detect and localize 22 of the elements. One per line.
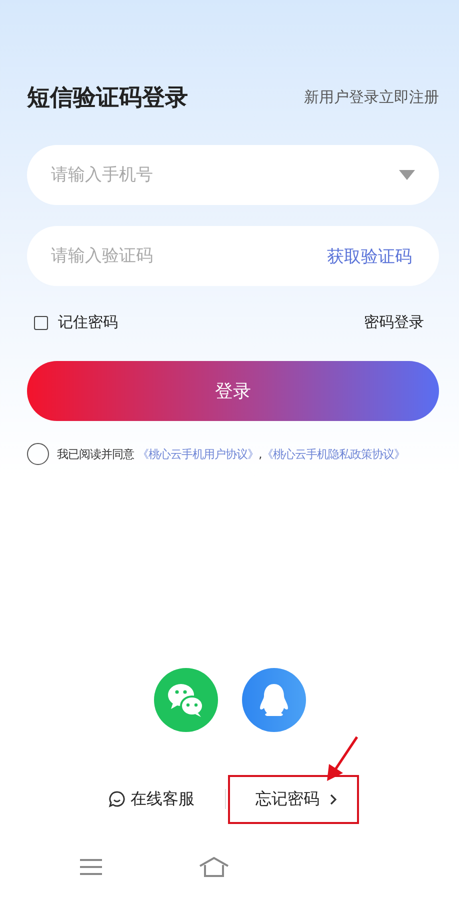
phone-field[interactable]: 请输入手机号: [27, 145, 439, 205]
login-button[interactable]: 登录: [27, 361, 439, 421]
chat-icon: [108, 790, 126, 808]
get-code-link[interactable]: 获取验证码: [327, 245, 412, 268]
menu-icon[interactable]: [79, 858, 103, 876]
page-title: 短信验证码登录: [27, 84, 188, 112]
register-link[interactable]: 新用户登录立即注册: [304, 88, 439, 106]
agreement-link[interactable]: 《桃心云手机用户协议》: [138, 448, 259, 460]
agreement-link[interactable]: 《桃心云手机隐私政策协议》: [262, 448, 406, 460]
penguin-login-icon[interactable]: [242, 668, 306, 732]
wechat-login-icon[interactable]: [154, 668, 218, 732]
dropdown-icon[interactable]: [399, 170, 415, 180]
arrow-icon: [325, 736, 359, 782]
home-icon[interactable]: [198, 856, 230, 878]
agreement-radio[interactable]: [27, 443, 49, 465]
online-service-link[interactable]: 在线客服: [108, 788, 194, 810]
agreement-text: 我已阅读并同意 《桃心云手机用户协议》,《桃心云手机隐私政策协议》: [57, 446, 406, 462]
password-login-link[interactable]: 密码登录: [364, 313, 424, 332]
remember-checkbox[interactable]: [34, 316, 48, 330]
chevron-right-icon: [330, 794, 336, 804]
forgot-password-link[interactable]: 忘记密码: [228, 774, 358, 824]
remember-label: 记住密码: [58, 313, 118, 332]
